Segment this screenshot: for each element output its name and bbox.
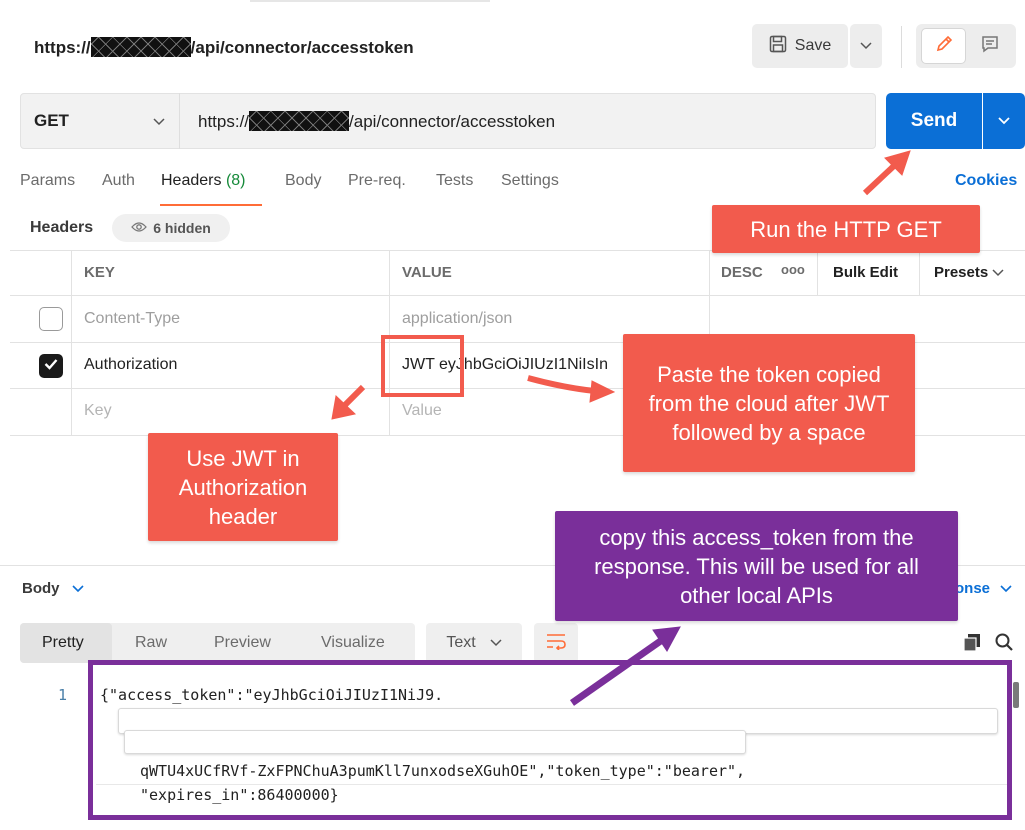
arrow-line (862, 160, 900, 196)
arrow-line (569, 637, 665, 706)
arrow-head (589, 380, 616, 403)
callout-paste-token: Paste the token copied from the cloud af… (623, 334, 915, 472)
arrow-line (340, 384, 366, 410)
callout-run-get: Run the HTTP GET (712, 205, 980, 253)
arrow-line (527, 375, 596, 394)
callout-copy-token: copy this access_token from the response… (555, 511, 958, 621)
callout-use-jwt: Use JWT in Authorization header (148, 433, 338, 541)
